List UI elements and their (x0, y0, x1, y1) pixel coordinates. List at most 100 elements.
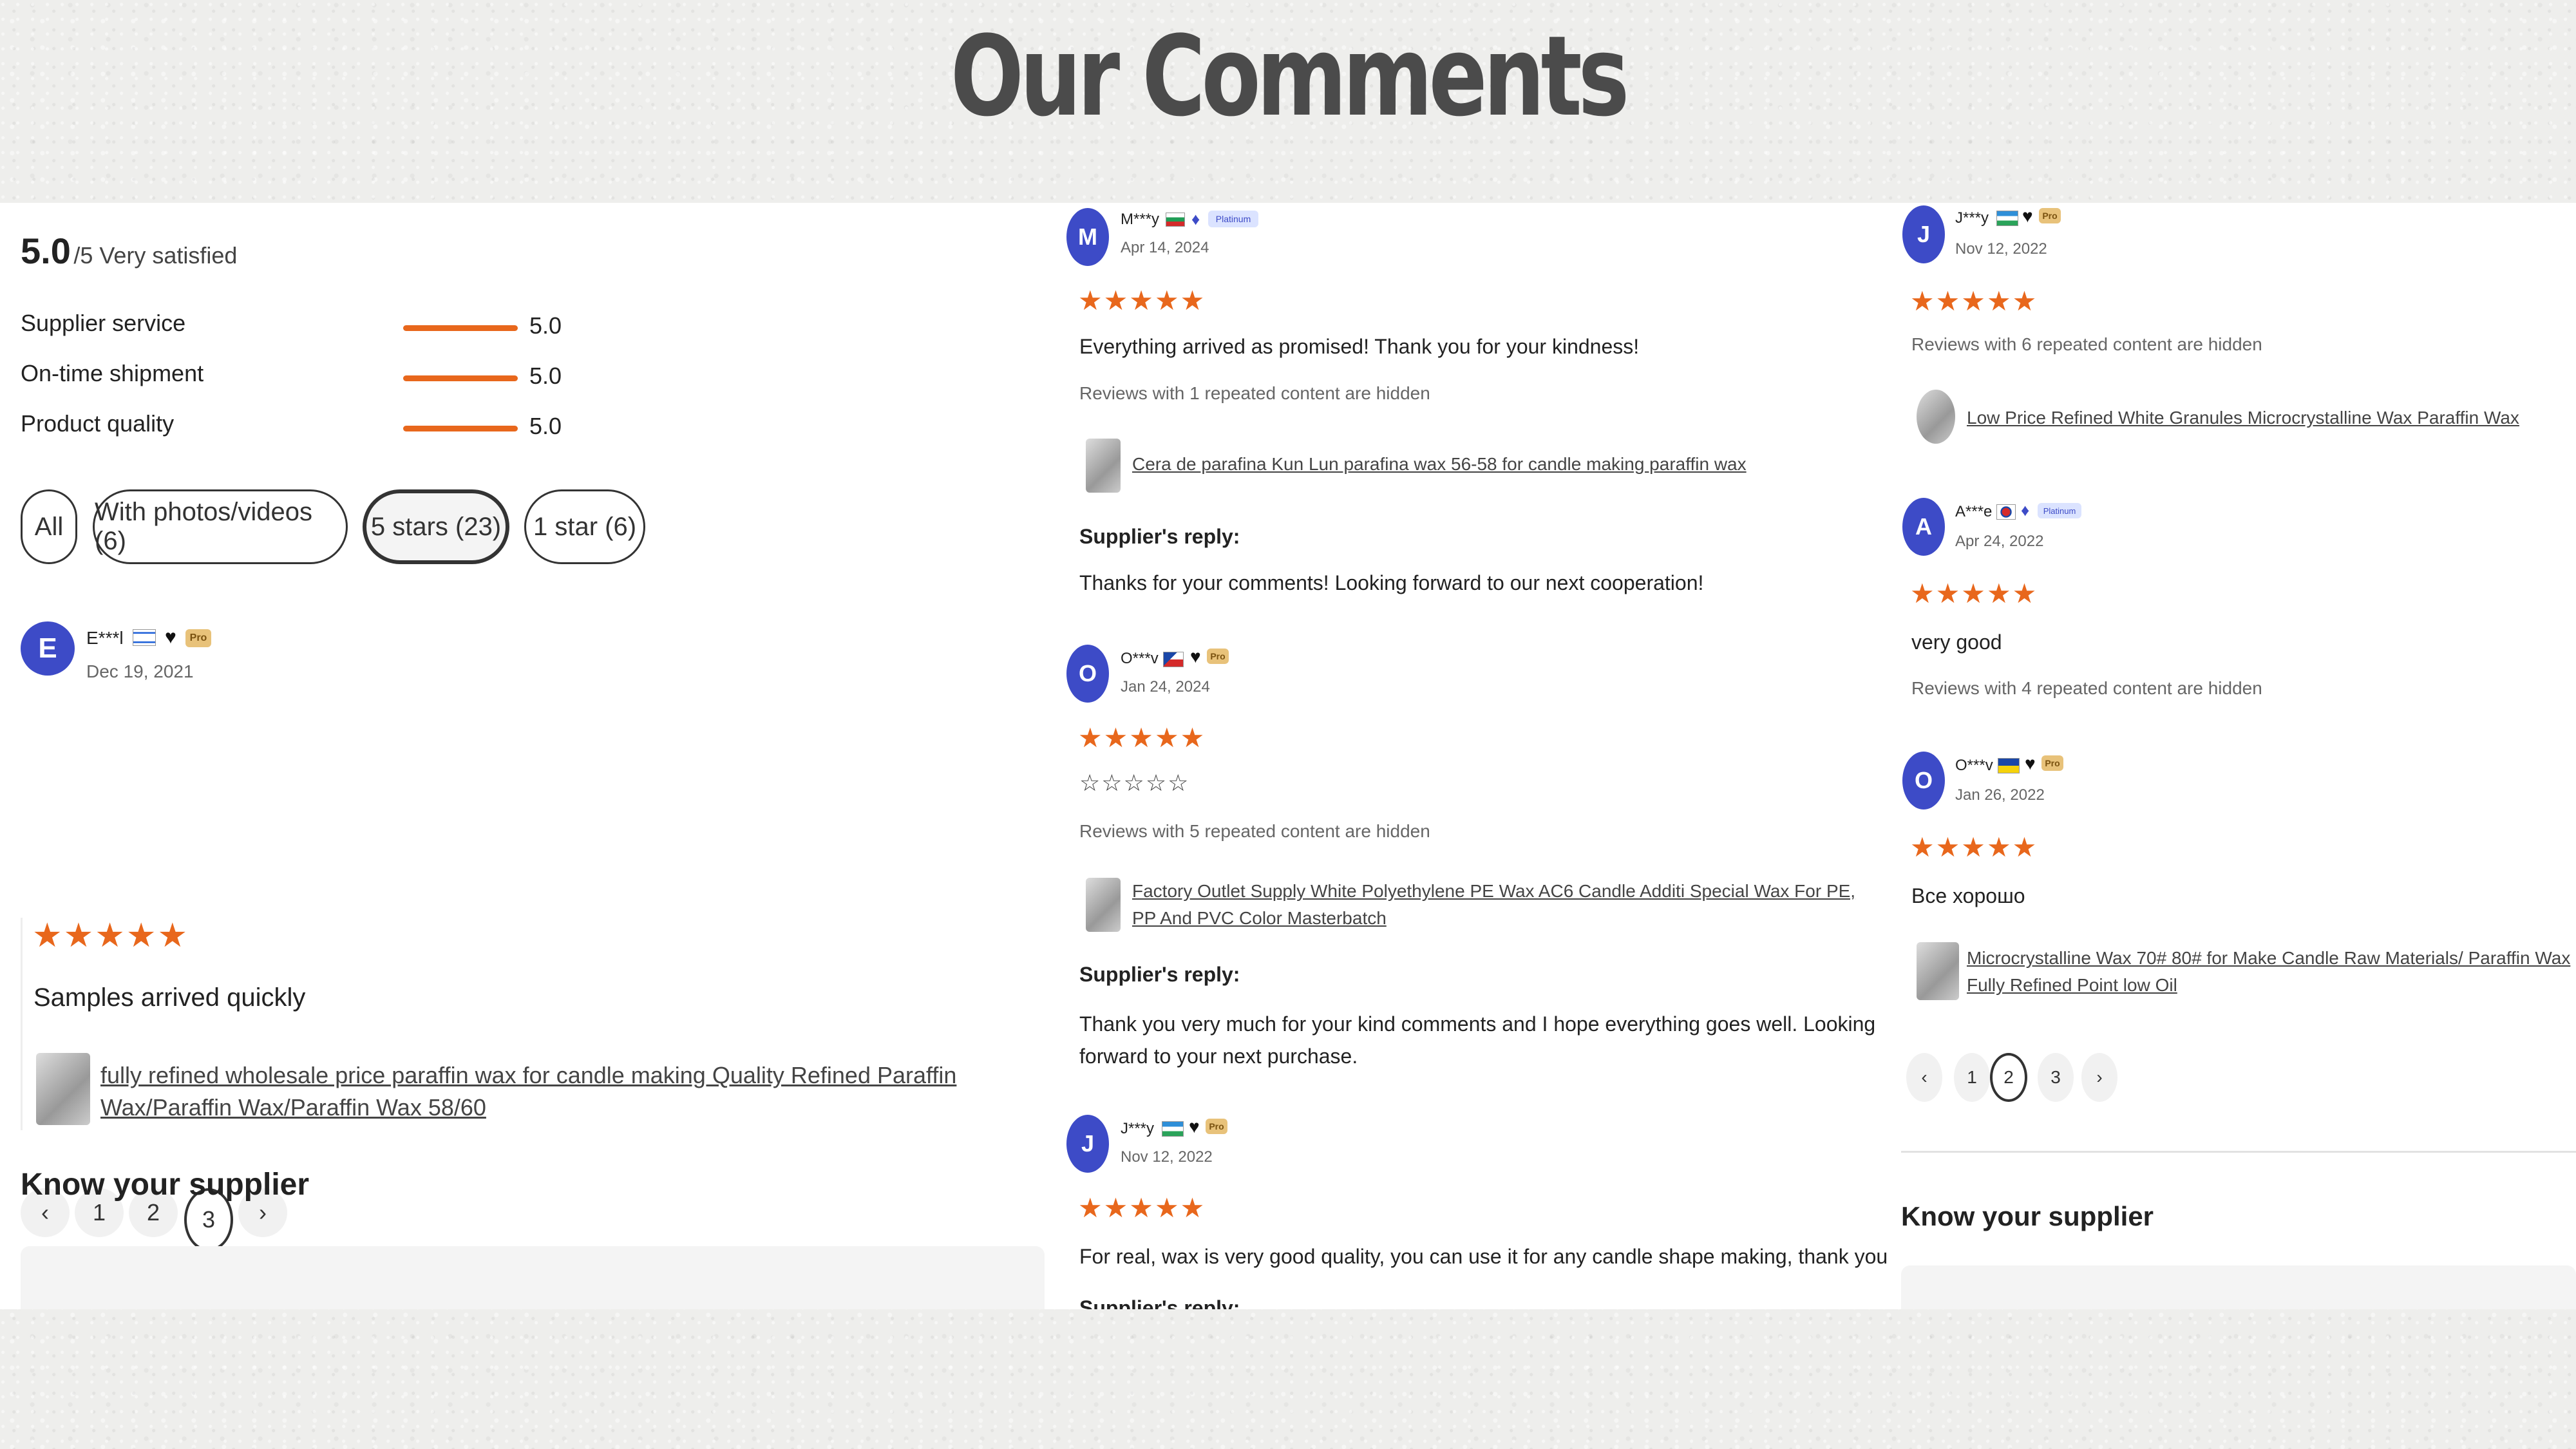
pagination-page-3[interactable]: 3 (2038, 1053, 2074, 1102)
product-thumbnail (1086, 878, 1121, 932)
platinum-badge: Platinum (2038, 503, 2081, 518)
pro-badge: Pro (185, 629, 211, 647)
pro-badge: Pro (2039, 208, 2061, 223)
review-text: Everything arrived as promised! Thank yo… (1079, 335, 1640, 358)
know-your-supplier-heading: Know your supplier (21, 1168, 310, 1202)
product-thumbnail (1086, 439, 1121, 493)
overall-rating-suffix: /5 Very satisfied (73, 242, 238, 269)
pagination-page-2[interactable]: 2 (1990, 1053, 2027, 1102)
rating-summary-panel: 5.0 /5 Very satisfied Supplier service 5… (0, 203, 1056, 1309)
overall-score: 5.0 (21, 231, 71, 271)
reviewer-name: A***e (1955, 503, 1993, 520)
empty-star-rating: ☆☆☆☆☆ (1079, 770, 1190, 796)
flag-icon (1996, 504, 2016, 520)
product-link[interactable]: Cera de parafina Kun Lun parafina wax 56… (1132, 454, 1873, 475)
product-link[interactable]: fully refined wholesale price paraffin w… (100, 1059, 1041, 1124)
metric-bar (403, 325, 518, 331)
verified-shield-icon: ♥ (2025, 753, 2036, 773)
pagination-next[interactable]: › (2081, 1053, 2117, 1102)
metric-label: On-time shipment (21, 360, 204, 386)
metric-label: Product quality (21, 410, 175, 437)
supplier-reply-text: Thank you very much for your kind commen… (1079, 1012, 1876, 1068)
review-date: Jan 24, 2024 (1121, 678, 1210, 696)
supplier-reply-label: Supplier's reply: (1079, 525, 1240, 548)
reviewer-name: J***y (1955, 209, 1989, 227)
product-link[interactable]: Microcrystalline Wax 70# 80# for Make Ca… (1967, 945, 2576, 999)
section-divider (1901, 1151, 2576, 1153)
metric-bar (403, 375, 518, 381)
verified-shield-icon: ♥ (2022, 206, 2033, 226)
review-date: Nov 12, 2022 (1955, 240, 2047, 258)
flag-icon (133, 629, 156, 646)
flag-icon (1162, 1121, 1184, 1137)
flag-icon (1998, 758, 2020, 773)
reviewer-name: O***v (1121, 650, 1159, 667)
filter-photos-videos[interactable]: With photos/videos (6) (93, 489, 348, 564)
hidden-reviews-note: Reviews with 4 repeated content are hidd… (1911, 678, 2262, 698)
reviews-column-right: J J***y ♥ Pro Nov 12, 2022 ★★★★★ Reviews… (1893, 203, 2576, 1309)
filter-5-stars[interactable]: 5 stars (23) (363, 489, 509, 564)
avatar: J (1066, 1115, 1109, 1173)
hidden-reviews-note: Reviews with 6 repeated content are hidd… (1911, 334, 2262, 354)
review-divider (21, 918, 23, 1130)
review-text: For real, wax is very good quality, you … (1079, 1245, 1893, 1268)
pro-badge: Pro (2041, 755, 2063, 771)
star-rating: ★★★★★ (1910, 286, 2038, 316)
metric-label: Supplier service (21, 310, 186, 336)
product-link[interactable]: Low Price Refined White Granules Microcr… (1967, 408, 2572, 428)
verified-shield-icon: ♥ (165, 627, 176, 648)
filter-1-star[interactable]: 1 star (6) (524, 489, 645, 564)
avatar: M (1066, 208, 1109, 266)
page-title: Our Comments (950, 12, 1629, 141)
supplier-reply-label: Supplier's reply: (1079, 963, 1240, 986)
know-your-supplier-heading: Know your supplier (1901, 1201, 2154, 1231)
review-date: Jan 26, 2022 (1955, 786, 2045, 804)
avatar: J (1902, 205, 1945, 263)
star-rating: ★★★★★ (1910, 832, 2038, 862)
product-thumbnail (1917, 942, 1959, 1000)
product-link-line: Microcrystalline Wax 70# 80# for Make Ca… (1967, 948, 2571, 995)
hidden-reviews-note: Reviews with 5 repeated content are hidd… (1079, 821, 1430, 841)
flag-icon (1163, 652, 1184, 667)
metric-value: 5.0 (529, 363, 562, 389)
reviewer-name: E***l (86, 628, 124, 648)
flag-icon (1996, 211, 2018, 226)
supplier-card (21, 1246, 1045, 1309)
avatar: O (1066, 645, 1109, 703)
hidden-reviews-note: Reviews with 1 repeated content are hidd… (1079, 383, 1430, 403)
avatar: A (1902, 498, 1945, 556)
product-thumbnail (1917, 390, 1955, 444)
reviewer-name: J***y (1121, 1120, 1155, 1137)
avatar: E (21, 621, 75, 676)
supplier-reply-text: Thanks for your comments! Looking forwar… (1079, 571, 1704, 594)
pro-badge: Pro (1207, 649, 1229, 664)
review-text: Все хорошо (1911, 884, 2025, 907)
metric-value: 5.0 (529, 312, 562, 339)
star-rating: ★★★★★ (32, 917, 189, 954)
flag-icon (1166, 213, 1185, 227)
star-rating: ★★★★★ (1078, 723, 1206, 753)
product-link[interactable]: Factory Outlet Supply White Polyethylene… (1132, 878, 1879, 932)
metric-value: 5.0 (529, 413, 562, 439)
reviewer-name: M***y (1121, 211, 1160, 228)
reviewer-name: O***v (1955, 757, 1993, 774)
review-date: Apr 14, 2024 (1121, 239, 1209, 256)
verified-shield-icon: ♦ (2021, 500, 2030, 520)
metric-bar (403, 426, 518, 431)
star-rating: ★★★★★ (1078, 285, 1206, 316)
overall-rating: 5.0 /5 Very satisfied (21, 230, 237, 272)
star-rating: ★★★★★ (1078, 1193, 1206, 1223)
filter-all[interactable]: All (21, 489, 77, 564)
review-text: Samples arrived quickly (33, 983, 306, 1012)
product-thumbnail (36, 1053, 90, 1125)
verified-shield-icon: ♥ (1189, 1117, 1200, 1137)
pagination-page-1[interactable]: 1 (1954, 1053, 1990, 1102)
review-date: Nov 12, 2022 (1121, 1148, 1213, 1166)
platinum-badge: Platinum (1208, 211, 1258, 227)
review-text: very good (1911, 630, 2002, 654)
pro-badge: Pro (1206, 1119, 1227, 1134)
pagination-prev[interactable]: ‹ (1906, 1053, 1942, 1102)
reviews-column-middle: M M***y ♦ Platinum Apr 14, 2024 ★★★★★ Ev… (1056, 203, 1893, 1309)
review-date: Apr 24, 2022 (1955, 533, 2044, 550)
avatar: O (1902, 752, 1945, 810)
